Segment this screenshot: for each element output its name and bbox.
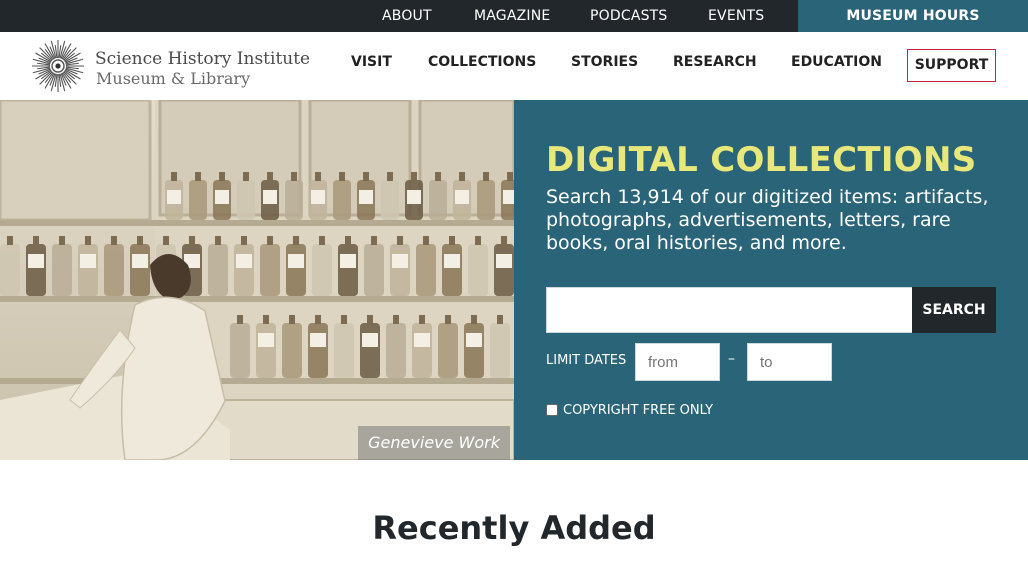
- digital-collections-panel: DIGITAL COLLECTIONS Search 13,914 of our…: [514, 100, 1028, 460]
- limit-dates-label: LIMIT DATES: [546, 353, 627, 368]
- site-header: Science History Institute Museum & Libra…: [0, 32, 1028, 100]
- museum-hours-button[interactable]: MUSEUM HOURS: [798, 0, 1028, 32]
- date-separator: –: [728, 351, 735, 367]
- utility-link-magazine[interactable]: MAGAZINE: [474, 0, 550, 32]
- photo-caption[interactable]: Genevieve Work: [358, 426, 510, 460]
- logo-subtitle[interactable]: Museum & Library: [96, 69, 250, 88]
- sunburst-logo-icon[interactable]: [30, 38, 86, 94]
- nav-education[interactable]: EDUCATION: [791, 54, 882, 70]
- support-button[interactable]: SUPPORT: [907, 49, 996, 82]
- copyright-free-label[interactable]: COPYRIGHT FREE ONLY: [563, 403, 713, 418]
- nav-research[interactable]: RESEARCH: [673, 54, 757, 70]
- recently-added-heading: Recently Added: [372, 509, 656, 547]
- nav-stories[interactable]: STORIES: [571, 54, 638, 70]
- hero-description: Search 13,914 of our digitized items: ar…: [546, 186, 989, 254]
- utility-link-podcasts[interactable]: PODCASTS: [590, 0, 668, 32]
- utility-bar: ABOUT MAGAZINE PODCASTS EVENTS MUSEUM HO…: [0, 0, 1028, 32]
- utility-link-about[interactable]: ABOUT: [382, 0, 432, 32]
- search-button[interactable]: SEARCH: [912, 287, 996, 333]
- nav-collections[interactable]: COLLECTIONS: [428, 54, 536, 70]
- date-to-input[interactable]: [747, 343, 832, 381]
- nav-visit[interactable]: VISIT: [351, 54, 392, 70]
- date-from-input[interactable]: [635, 343, 720, 381]
- laboratory-photo-image: [0, 100, 514, 460]
- search-input[interactable]: [546, 287, 913, 333]
- hero-photo: Genevieve Work: [0, 100, 514, 460]
- hero-title: DIGITAL COLLECTIONS: [546, 140, 977, 180]
- logo-title[interactable]: Science History Institute: [95, 49, 310, 69]
- utility-link-events[interactable]: EVENTS: [708, 0, 764, 32]
- copyright-free-checkbox[interactable]: [546, 404, 558, 416]
